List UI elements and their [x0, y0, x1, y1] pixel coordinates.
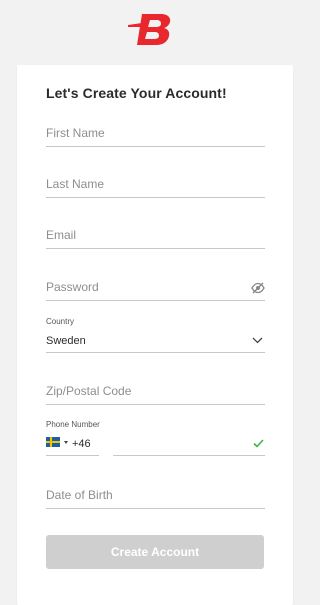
signup-card: Let's Create Your Account! First Name La…: [17, 65, 293, 605]
zip-field[interactable]: Zip/Postal Code: [46, 375, 265, 405]
page-title: Let's Create Your Account!: [46, 85, 227, 101]
dob-placeholder: Date of Birth: [46, 488, 113, 502]
header: [0, 8, 319, 52]
date-of-birth-field[interactable]: Date of Birth: [46, 479, 265, 509]
last-name-placeholder: Last Name: [46, 177, 105, 191]
dial-code: +46: [72, 438, 91, 450]
password-placeholder: Password: [46, 280, 99, 294]
first-name-placeholder: First Name: [46, 126, 105, 140]
email-field[interactable]: Email: [46, 219, 265, 249]
caret-down-icon: [64, 441, 68, 444]
country-select[interactable]: Country Sweden: [46, 317, 265, 353]
create-account-button[interactable]: Create Account: [46, 535, 264, 569]
eye-slash-icon[interactable]: [251, 282, 265, 294]
password-field[interactable]: Password: [46, 271, 265, 301]
phone-field: Phone Number +46: [46, 420, 265, 456]
chevron-down-icon: [252, 337, 263, 344]
phone-number-input[interactable]: [113, 428, 265, 456]
checkmark-icon: [253, 439, 264, 448]
last-name-field[interactable]: Last Name: [46, 168, 265, 198]
brand-logo: [128, 14, 171, 45]
zip-placeholder: Zip/Postal Code: [46, 384, 132, 398]
country-code-select[interactable]: +46: [46, 428, 99, 456]
email-placeholder: Email: [46, 228, 77, 242]
country-label: Country: [46, 317, 75, 326]
country-value: Sweden: [46, 335, 86, 347]
sweden-flag-icon: [46, 437, 60, 447]
first-name-field[interactable]: First Name: [46, 117, 265, 147]
